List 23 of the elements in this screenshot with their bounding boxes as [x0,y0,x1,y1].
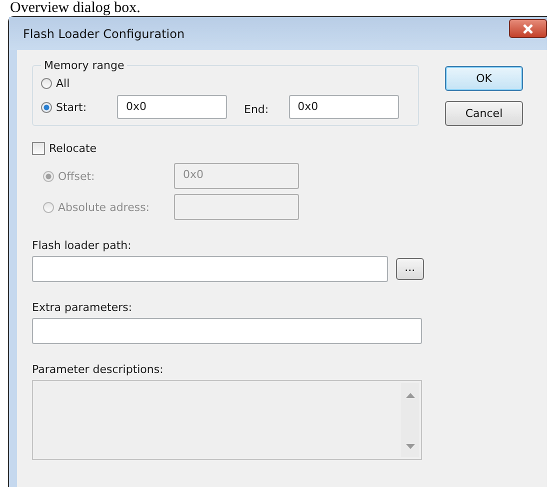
window-title: Flash Loader Configuration [23,26,185,40]
relocate-checkbox[interactable]: Relocate [32,140,97,156]
input-field[interactable] [32,318,422,344]
radio-option[interactable]: All [41,74,410,93]
input-field[interactable] [174,194,299,220]
scroll-bar[interactable] [401,383,419,457]
field-label: Extra parameters: [32,301,132,314]
field-label: Flash loader path: [32,239,132,252]
path-field[interactable] [32,256,388,282]
radio-option[interactable]: Start: [41,98,117,116]
browse-button[interactable]: ... [396,258,424,280]
scroll-up-icon[interactable] [406,393,414,398]
close-button[interactable] [509,19,547,38]
end-label: End: [244,102,269,116]
scroll-down-icon[interactable] [406,444,414,449]
field-label: Parameter descriptions: [32,363,164,376]
dialog-button[interactable]: OK [445,66,523,91]
dialog-button[interactable]: Cancel [445,101,523,126]
end-field[interactable]: 0x0 [288,95,399,119]
close-icon [521,22,535,34]
start-field[interactable]: 0x0 [117,95,227,119]
group-label: Memory range [43,59,126,72]
caption-text: Overview dialog box. [9,0,142,16]
